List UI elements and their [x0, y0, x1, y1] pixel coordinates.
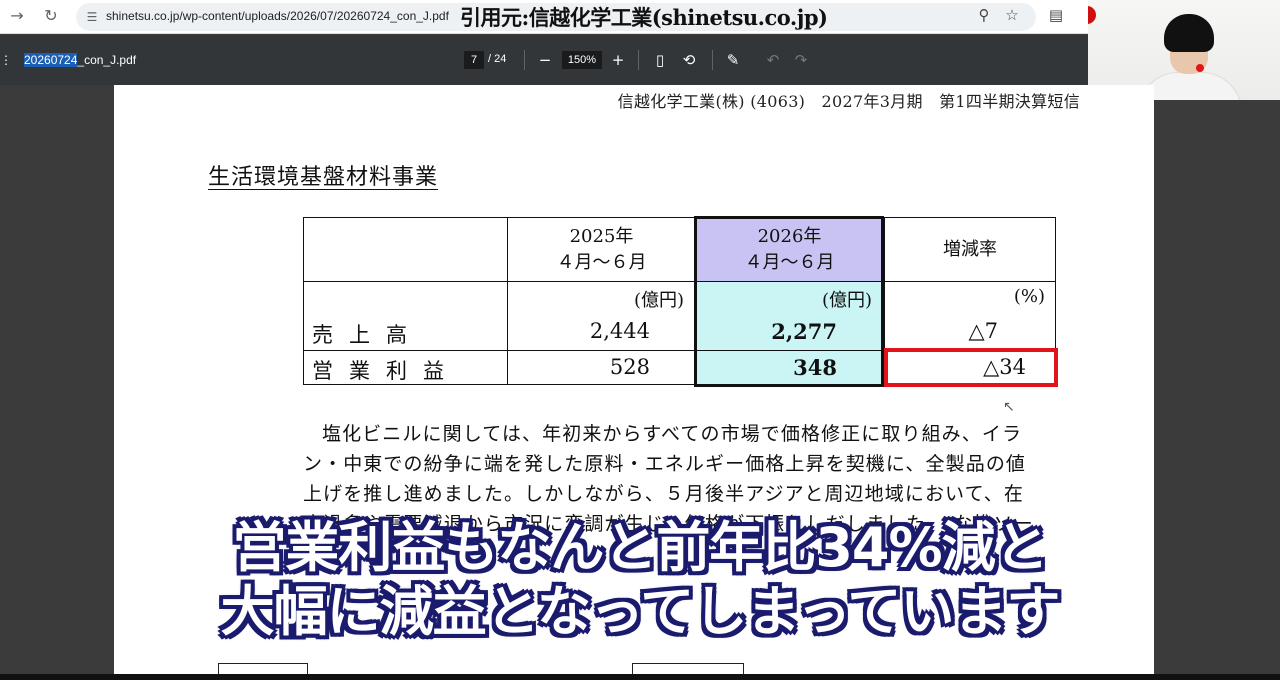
table-divider: [304, 281, 1055, 282]
video-subtitle: 営業利益もなんと前年比34%減と 大幅に減益となってしまっています: [0, 516, 1280, 644]
menu-icon[interactable]: ⋮: [0, 53, 12, 67]
red-highlight-box: [884, 348, 1058, 387]
browser-address-bar: → ↻ ☰ shinetsu.co.jp/wp-content/uploads/…: [0, 0, 1088, 34]
toolbar-divider: [712, 50, 713, 70]
pdf-toolbar: ⋮ 20260724_con_J.pdf 7 / 24 − 150% + ▯ ⟲…: [0, 35, 1088, 85]
unit-2025: (億円): [633, 290, 684, 311]
reload-icon[interactable]: ↻: [42, 7, 60, 25]
fit-page-icon[interactable]: ▯: [650, 50, 670, 70]
page-number-input[interactable]: 7: [464, 51, 484, 69]
toolbar-divider: [638, 50, 639, 70]
emphasis-box-2026: [694, 216, 884, 387]
column-header-2025-period: ４月～６月: [556, 252, 647, 273]
filename-rest: _con_J.pdf: [77, 53, 137, 67]
zoom-out-icon[interactable]: −: [535, 50, 555, 70]
column-header-2025-year: 2025年: [569, 226, 634, 247]
url-text: shinetsu.co.jp/wp-content/uploads/2026/0…: [106, 9, 449, 23]
bookmark-star-icon[interactable]: ☆: [1002, 5, 1022, 25]
extension-icon[interactable]: ▤: [1046, 5, 1066, 25]
zoom-in-icon[interactable]: +: [608, 50, 628, 70]
forward-icon[interactable]: →: [8, 7, 26, 25]
section-title: 生活環境基盤材料事業: [208, 165, 439, 190]
document-header: 信越化学工業(株) (4063) 2027年3月期 第1四半期決算短信: [617, 92, 1080, 111]
subtitle-line-1: 営業利益もなんと前年比34%減と: [232, 516, 1048, 579]
paragraph-line: 塩化ビニルに関しては、年初来からすべての市場で価格修正に取り組み、イラ: [322, 423, 1023, 445]
sales-change: △7: [968, 319, 998, 343]
source-citation-overlay: 引用元:信越化学工業(shinetsu.co.jp): [460, 5, 828, 30]
results-table: 2025年 ４月～６月 2026年 ４月～６月 増減率 (億円) (億円) (%…: [303, 216, 1058, 387]
undo-icon[interactable]: ↶: [763, 50, 783, 70]
mouse-cursor-icon: ↖: [1003, 399, 1015, 415]
presenter-hair: [1164, 14, 1214, 52]
toolbar-divider: [524, 50, 525, 70]
browser-profile-icon[interactable]: [1088, 6, 1096, 24]
redo-icon[interactable]: ↷: [791, 50, 811, 70]
row-label-operating-profit: 営業利益: [312, 359, 460, 383]
paragraph-line: 上げを推し進めました。しかしながら、５月後半アジアと周辺地域において、在: [303, 483, 1024, 505]
microphone-icon: [1196, 64, 1204, 72]
pdf-filename: 20260724_con_J.pdf: [24, 53, 136, 67]
column-header-change-rate: 増減率: [943, 239, 997, 260]
zoom-icon[interactable]: ⚲: [974, 5, 994, 25]
subtitle-line-2: 大幅に減益となってしまっています: [220, 580, 1061, 643]
paragraph-line: ン・中東での紛争に端を発した原料・エネルギー価格上昇を契機に、全製品の値: [303, 453, 1027, 475]
sales-2025: 2,444: [589, 319, 650, 343]
bottom-strip: [0, 674, 1280, 680]
annotate-pen-icon[interactable]: ✎: [723, 50, 743, 70]
rotate-icon[interactable]: ⟲: [679, 50, 699, 70]
column-header-2025: 2025年 ４月～６月: [508, 224, 695, 276]
site-info-icon[interactable]: ☰: [84, 9, 100, 25]
row-label-sales: 売上高: [312, 323, 423, 347]
operating-profit-2025: 528: [609, 355, 650, 379]
unit-change: (%): [1013, 286, 1045, 307]
filename-selected-text: 20260724: [24, 53, 78, 67]
zoom-level-input[interactable]: 150%: [562, 51, 602, 69]
page-total: / 24: [488, 53, 507, 65]
